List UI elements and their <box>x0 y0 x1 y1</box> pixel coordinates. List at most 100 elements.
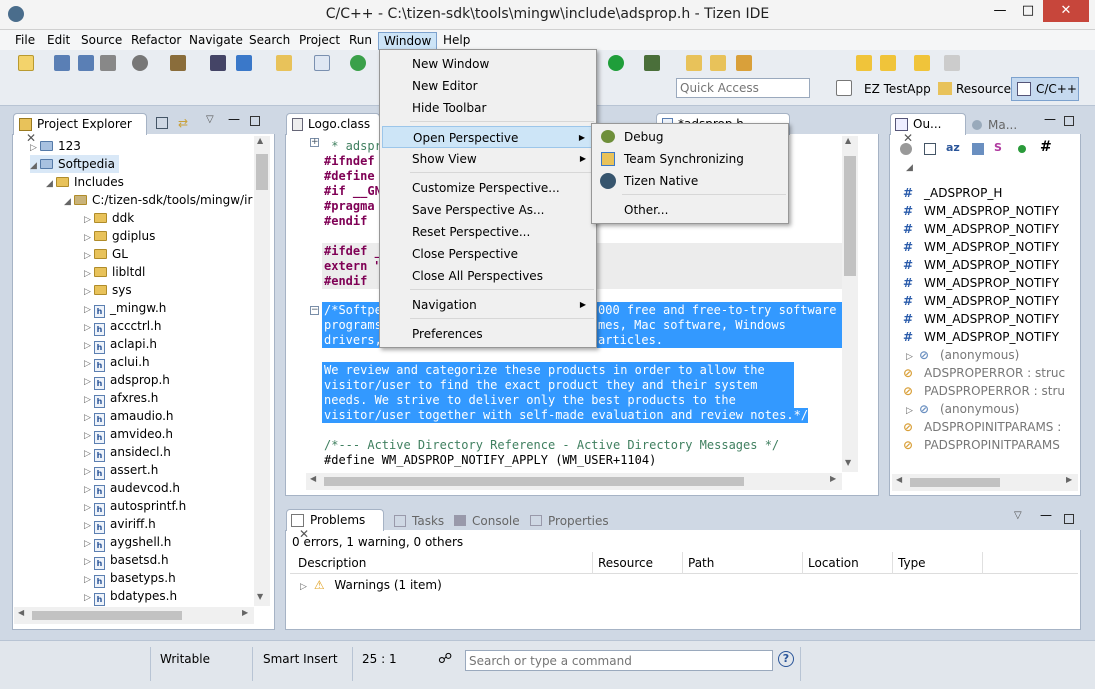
tree-scrollbar[interactable]: ▲ ▼ <box>254 136 270 606</box>
new-file-icon[interactable] <box>314 55 330 71</box>
expand-icon[interactable]: ▷ <box>300 578 310 596</box>
collapse-all-icon[interactable] <box>156 117 168 129</box>
tab-outline[interactable]: Ou... ✕ <box>890 113 966 145</box>
tab-console[interactable]: Console <box>450 511 526 531</box>
outline-item[interactable]: # WM_ADSPROP_NOTIFY <box>900 256 1059 274</box>
menu-item-customize-perspective[interactable]: Customize Perspective... <box>382 177 594 199</box>
tab-logo-class[interactable]: Logo.class <box>286 113 380 135</box>
outline-item[interactable]: ⊘ ADSPROPERROR : struc <box>900 364 1065 382</box>
perspective-tizen-native[interactable]: Tizen Native <box>594 170 786 192</box>
outline-item[interactable]: ⊘ PADSPROPINITPARAMS <box>900 436 1060 454</box>
forward-icon[interactable] <box>880 55 896 71</box>
open-folder-icon[interactable] <box>686 55 702 71</box>
pen-icon[interactable] <box>736 55 752 71</box>
nav-icon[interactable] <box>944 55 960 71</box>
tree-hscrollbar[interactable]: ◀ ▶ <box>14 607 254 624</box>
open-folder2-icon[interactable] <box>710 55 726 71</box>
menu-item-show-view[interactable]: Show View ▶ <box>382 148 594 170</box>
tree-item-include-path[interactable]: ◢ C:/tizen-sdk/tools/mingw/ir <box>64 191 252 209</box>
menu-navigate[interactable]: Navigate <box>184 32 248 50</box>
outline-item[interactable]: ⊘ PADSPROPERROR : stru <box>900 382 1065 400</box>
minimize-view-icon[interactable]: — <box>1044 112 1056 126</box>
menu-item-open-perspective[interactable]: Open Perspective ▶ <box>382 126 594 148</box>
tree-item-folder[interactable]: ▷ ddk <box>84 209 134 227</box>
tree-item-header[interactable]: ▷ h assert.h <box>84 461 158 480</box>
back-icon[interactable] <box>856 55 872 71</box>
menu-item-new-editor[interactable]: New Editor <box>382 75 594 97</box>
tree-item-header[interactable]: ▷ h basetyps.h <box>84 569 176 588</box>
hide-fields-icon[interactable] <box>900 143 912 155</box>
tree-item-header[interactable]: ▷ h adsprop.h <box>84 371 170 390</box>
ez-testapp-perspective[interactable]: EZ TestApp <box>858 78 937 100</box>
hash-icon[interactable]: # <box>1040 139 1052 155</box>
perspective-other[interactable]: Other... <box>594 199 786 221</box>
settings-icon[interactable] <box>132 55 148 71</box>
tree-item-header[interactable]: ▷ h autosprintf.h <box>84 497 186 516</box>
hide-static-icon[interactable]: S <box>994 141 1002 154</box>
tree-item-includes[interactable]: ◢ Includes <box>46 173 124 191</box>
editor-vscrollbar[interactable]: ▲ ▼ <box>842 136 858 472</box>
help-icon[interactable]: ? <box>778 651 794 667</box>
command-search-input[interactable] <box>465 650 773 671</box>
save-icon[interactable] <box>54 55 70 71</box>
new-class-icon[interactable] <box>236 55 252 71</box>
menu-search[interactable]: Search <box>244 32 295 50</box>
perspective-team-sync[interactable]: Team Synchronizing <box>594 148 786 170</box>
minimize-view-icon[interactable]: — <box>1040 508 1052 522</box>
hide-macros-icon[interactable] <box>1018 145 1026 153</box>
tree-item-header[interactable]: ▷ h ansidecl.h <box>84 443 171 462</box>
tree-item-header[interactable]: ▷ h aygshell.h <box>84 533 171 552</box>
col-description[interactable]: Description <box>298 556 366 570</box>
menu-edit[interactable]: Edit <box>42 32 75 50</box>
tree-item-header[interactable]: ▷ h bdatypes.h <box>84 587 177 606</box>
menu-item-close-perspective[interactable]: Close Perspective <box>382 243 594 265</box>
perspective-debug[interactable]: Debug <box>594 126 786 148</box>
menu-file[interactable]: File <box>10 32 40 50</box>
minimize-button[interactable]: — <box>986 0 1014 22</box>
tree-item-folder[interactable]: ▷ libltdl <box>84 263 145 281</box>
binary-icon[interactable] <box>210 55 226 71</box>
collapse-icon[interactable] <box>924 143 936 155</box>
tab-project-explorer[interactable]: Project Explorer ✕ <box>13 113 147 145</box>
build-icon[interactable] <box>170 55 186 71</box>
refresh-icon[interactable] <box>350 55 366 71</box>
tab-tasks[interactable]: Tasks <box>390 511 450 531</box>
sort-az-icon[interactable]: az <box>946 141 960 154</box>
maximize-view-icon[interactable] <box>250 116 260 126</box>
col-path[interactable]: Path <box>688 556 714 570</box>
tree-item-header[interactable]: ▷ h aclui.h <box>84 353 150 372</box>
resource-perspective[interactable]: Resource <box>934 78 1017 100</box>
menu-source[interactable]: Source <box>76 32 127 50</box>
outline-item[interactable]: # WM_ADSPROP_NOTIFY <box>900 202 1059 220</box>
tree-item-header[interactable]: ▷ h _mingw.h <box>84 299 166 318</box>
outline-item[interactable]: # _ADSPROP_H <box>900 184 1002 202</box>
menu-help[interactable]: Help <box>438 32 475 50</box>
menu-item-save-perspective[interactable]: Save Perspective As... <box>382 199 594 221</box>
save-all-icon[interactable] <box>78 55 94 71</box>
tree-item-header[interactable]: ▷ h basetsd.h <box>84 551 169 570</box>
menu-item-close-all-perspectives[interactable]: Close All Perspectives <box>382 265 594 287</box>
menu-run[interactable]: Run <box>344 32 377 50</box>
outline-item[interactable]: ▷ ⊘ (anonymous) <box>906 346 1019 364</box>
quick-access-input[interactable] <box>676 78 810 98</box>
close-button[interactable]: ✕ <box>1043 0 1089 22</box>
tree-item-header[interactable]: ▷ h accctrl.h <box>84 317 162 336</box>
warnings-row[interactable]: ▷ ⚠ Warnings (1 item) <box>300 576 442 594</box>
outline-item[interactable]: # WM_ADSPROP_NOTIFY <box>900 274 1059 292</box>
tree-item-header[interactable]: ▷ h audevcod.h <box>84 479 180 498</box>
new-icon[interactable] <box>18 55 34 71</box>
open-perspective-icon[interactable] <box>836 80 852 96</box>
tree-item-folder[interactable]: ▷ gdiplus <box>84 227 155 245</box>
editor-hscrollbar[interactable]: ◀ ▶ <box>306 473 842 490</box>
tree-item-folder[interactable]: ▷ sys <box>84 281 132 299</box>
outline-item[interactable]: # WM_ADSPROP_NOTIFY <box>900 310 1059 328</box>
maximize-view-icon[interactable] <box>1064 116 1074 126</box>
outline-item[interactable]: # WM_ADSPROP_NOTIFY <box>900 292 1059 310</box>
tree-item-folder[interactable]: ▷ GL <box>84 245 128 263</box>
cpp-perspective[interactable]: C/C++ <box>1011 77 1079 101</box>
tab-problems[interactable]: Problems ✕ <box>286 509 384 541</box>
tab-make-target[interactable]: Ma... <box>968 115 1023 135</box>
menu-item-preferences[interactable]: Preferences <box>382 323 594 345</box>
menu-item-hide-toolbar[interactable]: Hide Toolbar <box>382 97 594 119</box>
col-location[interactable]: Location <box>808 556 859 570</box>
